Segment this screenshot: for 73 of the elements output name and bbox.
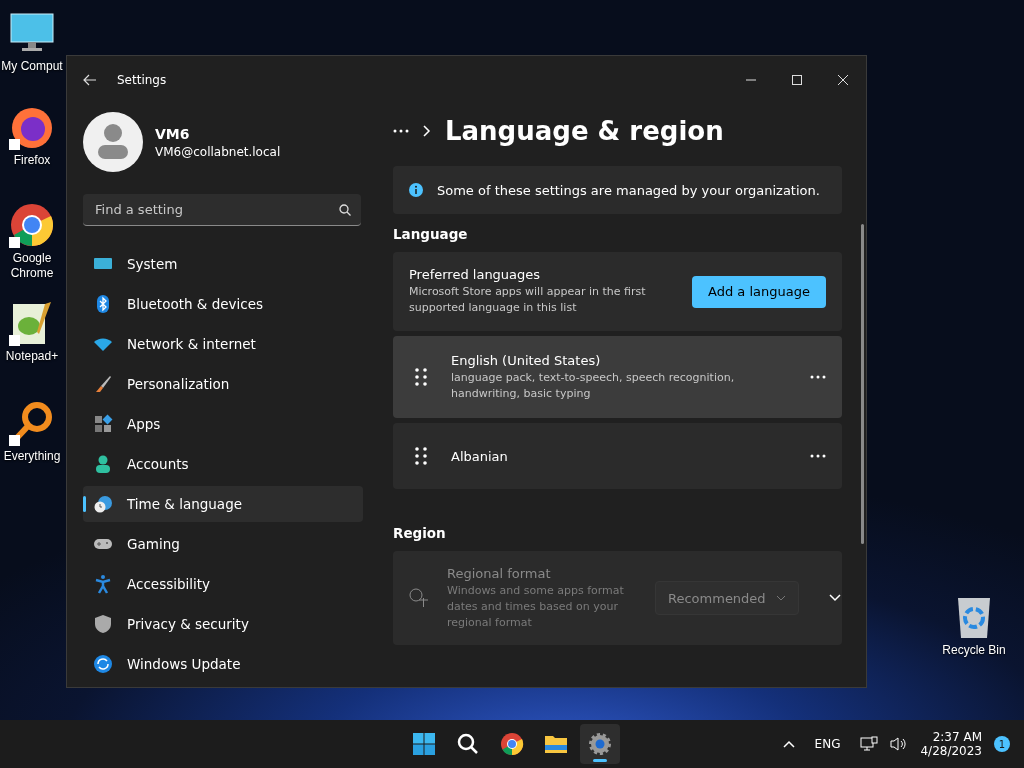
globe-clock-icon — [93, 494, 113, 514]
speaker-icon[interactable] — [890, 736, 909, 752]
input-language[interactable]: ENG — [814, 737, 841, 751]
nav-item[interactable]: Accounts — [83, 446, 363, 482]
nav-item[interactable]: Windows Update — [83, 646, 363, 682]
nav-item[interactable]: Personalization — [83, 366, 363, 402]
more-icon[interactable] — [810, 375, 826, 379]
language-name: English (United States) — [451, 352, 602, 368]
nav-item[interactable]: Network & internet — [83, 326, 363, 362]
scrollbar[interactable] — [861, 224, 864, 544]
chevron-right-icon — [423, 125, 431, 137]
drag-handle-icon[interactable] — [415, 368, 427, 386]
section-heading: Region — [393, 525, 447, 541]
notice-banner: Some of these settings are managed by your organization. — [393, 166, 842, 214]
person-icon — [93, 454, 113, 474]
card-title: Regional format — [447, 565, 552, 581]
taskbar-button[interactable] — [580, 724, 620, 764]
drag-handle-icon[interactable] — [415, 447, 427, 465]
language-format-icon — [409, 588, 429, 608]
chrome-icon — [9, 202, 55, 248]
section-heading: Language — [393, 226, 469, 242]
nav-item[interactable]: Gaming — [83, 526, 363, 562]
more-icon[interactable] — [393, 129, 409, 133]
desktop-icon-label[interactable]: Recycle Bin — [942, 643, 1006, 658]
language-row[interactable]: Albanian — [393, 423, 842, 489]
close-icon — [838, 75, 848, 85]
info-icon — [409, 183, 423, 197]
language-row[interactable]: English (United States) language pack, text-to-speech, speech recognition, handwriting, basic typing — [393, 336, 842, 418]
nav-item[interactable]: Bluetooth & devices — [83, 286, 363, 322]
notification-badge[interactable]: 1 — [994, 736, 1010, 752]
desktop-icon-label[interactable]: My Comput — [1, 59, 63, 74]
window-title: Settings — [117, 73, 167, 87]
windows-icon — [412, 732, 436, 756]
language-features: language pack, text-to-speech, speech recognition, handwriting, basic typing — [451, 369, 736, 402]
search-input[interactable]: Find a setting — [93, 201, 339, 218]
clock-date[interactable]: 4/28/2023 — [920, 744, 982, 758]
avatar[interactable] — [83, 112, 143, 172]
clock-time[interactable]: 2:37 AM — [932, 730, 982, 744]
user-email: VM6@collabnet.local — [155, 144, 281, 159]
nav-item[interactable]: Privacy & security — [83, 606, 363, 642]
brush-icon — [93, 374, 113, 394]
maximize-icon — [792, 75, 802, 85]
desktop-icon-label[interactable]: Everything — [3, 449, 61, 464]
add-language-button[interactable]: Add a language — [692, 275, 826, 308]
chevron-down-icon — [828, 594, 841, 602]
chevron-up-icon[interactable] — [782, 740, 795, 748]
desktop-icon-label[interactable]: Google Chrome — [0, 251, 64, 281]
language-name: Albanian — [451, 448, 509, 464]
back-arrow-icon[interactable] — [83, 74, 97, 86]
nav-item[interactable]: Time & language — [83, 486, 363, 522]
nav-item[interactable]: System — [83, 246, 363, 282]
apps-icon — [93, 414, 113, 434]
card-description: Windows and some apps format dates and times based on your regional format — [447, 582, 625, 631]
gear-icon — [588, 732, 612, 756]
card-title: Preferred languages — [409, 267, 542, 282]
shield-icon — [93, 614, 113, 634]
desktop-icon-label[interactable]: Notepad+ — [5, 349, 59, 364]
refresh-icon — [93, 654, 113, 674]
search-icon — [339, 203, 351, 216]
network-monitor-icon[interactable] — [860, 736, 879, 752]
accessibility-icon — [93, 574, 113, 594]
card-description: Microsoft Store apps will appear in the first supported language in this list — [409, 284, 647, 316]
chrome-icon — [500, 732, 524, 756]
nav-item[interactable]: Accessibility — [83, 566, 363, 602]
user-name: VM6 — [155, 125, 191, 142]
search-icon — [456, 732, 480, 756]
page-title: Language & region — [445, 116, 724, 146]
search-field[interactable]: Find a setting — [83, 194, 361, 226]
nav-item[interactable]: Apps — [83, 406, 363, 442]
chevron-down-icon — [775, 595, 786, 601]
minimize-icon — [746, 79, 756, 81]
more-icon[interactable] — [810, 454, 826, 458]
desktop-icon-label[interactable]: Firefox — [13, 153, 51, 168]
